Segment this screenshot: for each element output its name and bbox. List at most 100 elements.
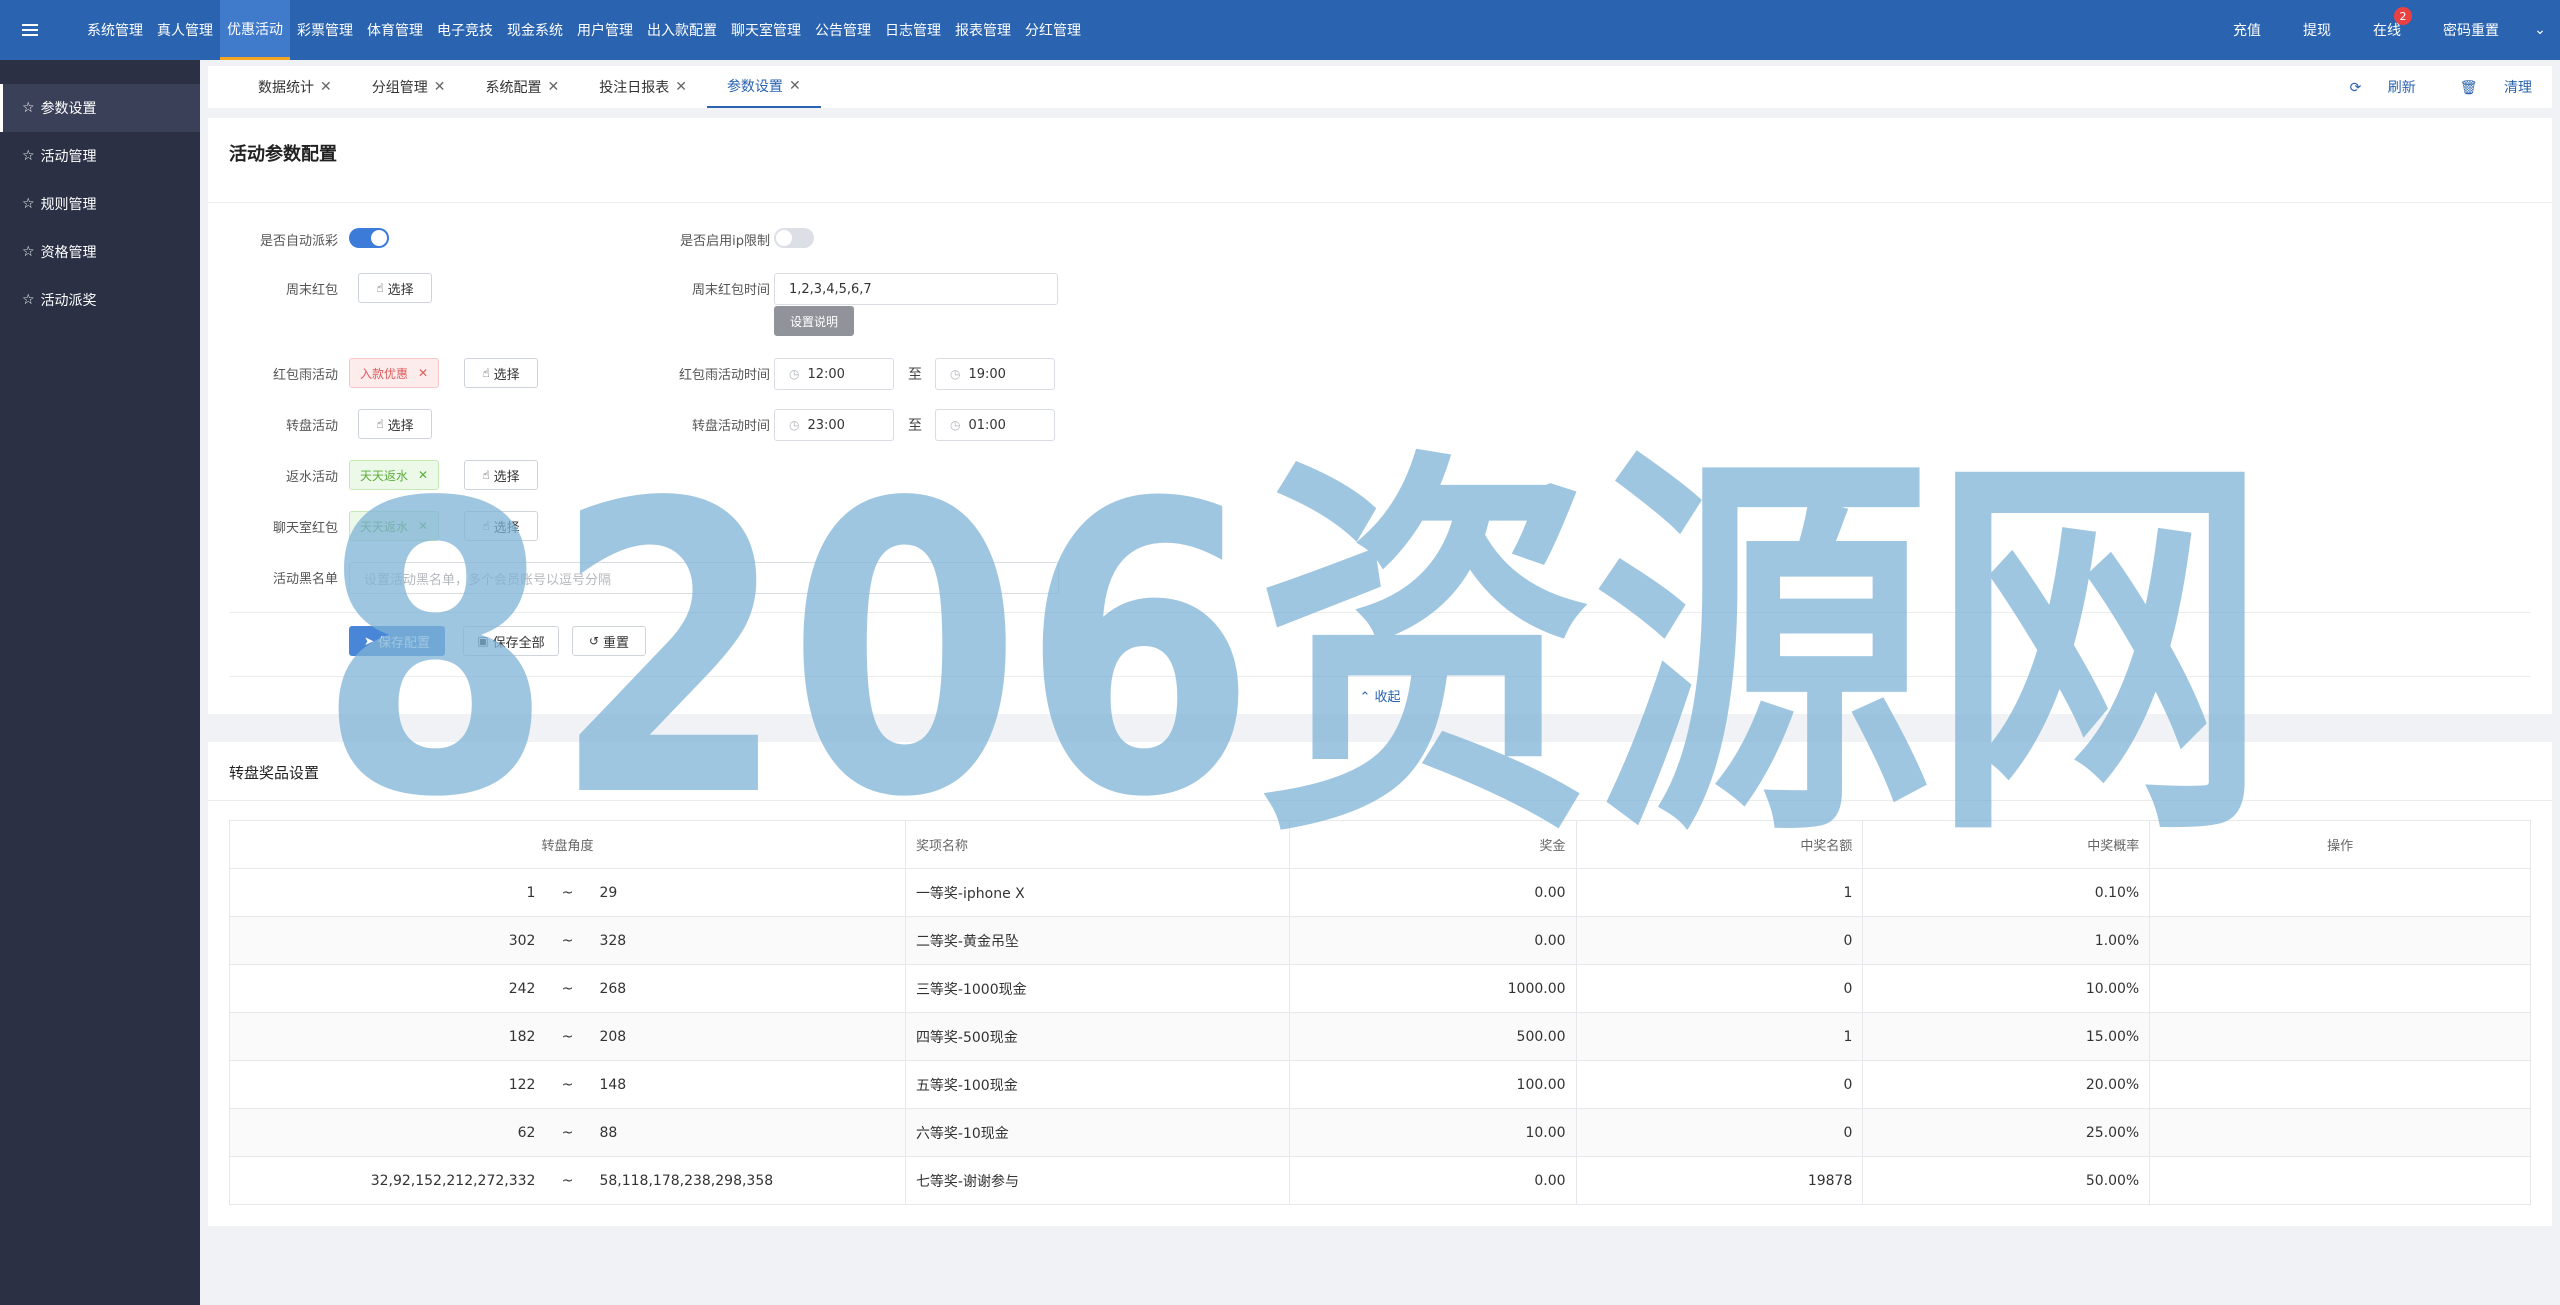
close-icon[interactable]: ✕ <box>418 468 428 482</box>
table-row: 122 ~148 五等奖-100现金 100.00 0 20.00% <box>229 1060 2531 1109</box>
sidebar-item-qualification[interactable]: ☆ 资格管理 <box>0 228 200 276</box>
to-separator: 至 <box>908 367 922 383</box>
tab-label: 参数设置 <box>726 79 783 95</box>
auto-award-label: 是否自动派彩 <box>259 234 338 249</box>
tab-data-stats[interactable]: 数据统计 ✕ <box>238 66 352 108</box>
nav-item-logs[interactable]: 日志管理 <box>878 0 948 60</box>
operation-cell <box>2149 868 2531 917</box>
nav-item-deposit-config[interactable]: 出入款配置 <box>640 0 724 60</box>
wheel-time-label: 转盘活动时间 <box>691 419 770 434</box>
wheel-start-time-input[interactable]: ◷ 23:00 <box>774 409 894 441</box>
nav-item-dividends[interactable]: 分红管理 <box>1018 0 1088 60</box>
angle-separator: ~ <box>561 884 574 901</box>
nav-item-esports[interactable]: 电子竞技 <box>430 0 500 60</box>
angle-cell: 62 ~88 <box>229 1108 906 1157</box>
clear-label: 清理 <box>2504 80 2532 96</box>
close-icon[interactable]: ✕ <box>675 79 687 95</box>
hand-pointer-icon: ☝ <box>482 468 490 482</box>
auto-award-toggle[interactable] <box>349 228 389 248</box>
prize-count-cell: 0 <box>1575 1060 1864 1109</box>
withdraw-link[interactable]: 提现 <box>2282 0 2352 60</box>
tab-label: 系统配置 <box>485 80 542 96</box>
blacklist-input[interactable]: 设置活动黑名单，多个会员账号以逗号分隔 <box>349 562 1059 594</box>
refresh-button[interactable]: ⟳ 刷新 <box>2328 77 2416 97</box>
nav-item-announcements[interactable]: 公告管理 <box>808 0 878 60</box>
sidebar-item-params[interactable]: ☆ 参数设置 <box>0 84 200 132</box>
close-icon[interactable]: ✕ <box>320 79 332 95</box>
weekend-red-packet-label: 周末红包 <box>285 283 338 298</box>
sidebar-item-award[interactable]: ☆ 活动派奖 <box>0 276 200 324</box>
close-icon[interactable]: ✕ <box>547 79 559 95</box>
prize-rate-cell: 25.00% <box>1862 1108 2151 1157</box>
save-all-button[interactable]: ▣ 保存全部 <box>463 626 559 656</box>
reset-button[interactable]: ↺ 重置 <box>572 626 646 656</box>
button-label: 保存全部 <box>492 635 545 651</box>
prize-amount-cell: 0.00 <box>1288 916 1577 965</box>
table-row: 1 ~29 一等奖-iphone X 0.00 1 0.10% <box>229 868 2531 917</box>
tab-params[interactable]: 参数设置 ✕ <box>706 66 821 108</box>
nav-item-system[interactable]: 系统管理 <box>80 0 150 60</box>
prize-count-cell: 0 <box>1575 1108 1864 1157</box>
star-icon: ☆ <box>22 148 35 164</box>
tab-bet-daily-report[interactable]: 投注日报表 ✕ <box>579 66 707 108</box>
button-label: 选择 <box>387 418 414 434</box>
undo-icon: ↺ <box>588 634 600 648</box>
tab-actions: ⟳ 刷新 🗑 清理 <box>2306 66 2532 108</box>
recharge-link[interactable]: 充值 <box>2212 0 2282 60</box>
nav-item-lottery[interactable]: 彩票管理 <box>290 0 360 60</box>
setting-note-button[interactable]: 设置说明 <box>774 306 854 336</box>
rebate-select-button[interactable]: ☝ 选择 <box>464 460 538 490</box>
ip-limit-toggle[interactable] <box>774 228 814 248</box>
table-row: 242 ~268 三等奖-1000现金 1000.00 0 10.00% <box>229 964 2531 1013</box>
table-row: 182 ~208 四等奖-500现金 500.00 1 15.00% <box>229 1012 2531 1061</box>
rain-time-label: 红包雨活动时间 <box>678 368 770 383</box>
angle-cell: 242 ~268 <box>229 964 906 1013</box>
table-header-row: 转盘角度 奖项名称 奖金 中奖名额 中奖概率 操作 <box>229 820 2531 869</box>
chatroom-select-button[interactable]: ☝ 选择 <box>464 511 538 541</box>
button-label: 选择 <box>493 520 520 536</box>
collapse-toggle[interactable]: ⌃ 收起 <box>208 686 2552 705</box>
close-icon[interactable]: ✕ <box>434 79 446 95</box>
tab-group-management[interactable]: 分组管理 ✕ <box>352 66 466 108</box>
clock-icon: ◷ <box>789 418 800 432</box>
online-link[interactable]: 在线 2 <box>2352 0 2422 60</box>
rain-end-time-input[interactable]: ◷ 19:00 <box>935 358 1055 390</box>
chevron-up-icon: ⌃ <box>1359 690 1371 705</box>
wheel-end-time-input[interactable]: ◷ 01:00 <box>935 409 1055 441</box>
prize-amount-cell: 1000.00 <box>1288 964 1577 1013</box>
clear-button[interactable]: 🗑 清理 <box>2438 77 2532 97</box>
sidebar-item-activities[interactable]: ☆ 活动管理 <box>0 132 200 180</box>
wheel-select-button[interactable]: ☝ 选择 <box>358 409 432 439</box>
nav-item-cash[interactable]: 现金系统 <box>500 0 570 60</box>
weekend-time-label: 周末红包时间 <box>691 283 770 298</box>
weekend-time-input[interactable]: 1,2,3,4,5,6,7 <box>774 273 1058 305</box>
rebate-activity-label: 返水活动 <box>285 470 338 485</box>
divider <box>208 202 2552 203</box>
save-config-button[interactable]: ➤ 保存配置 <box>349 626 445 656</box>
angle-to: 29 <box>599 884 618 901</box>
table-row: 62 ~88 六等奖-10现金 10.00 0 25.00% <box>229 1108 2531 1157</box>
refresh-label: 刷新 <box>2387 80 2416 96</box>
reset-password-link[interactable]: 密码重置 <box>2422 0 2520 60</box>
clock-icon: ◷ <box>789 367 800 381</box>
sidebar-item-label: 规则管理 <box>40 197 97 213</box>
nav-item-users[interactable]: 用户管理 <box>570 0 640 60</box>
nav-item-chatroom[interactable]: 聊天室管理 <box>724 0 808 60</box>
tab-system-config[interactable]: 系统配置 ✕ <box>465 66 579 108</box>
ip-limit-label: 是否启用ip限制 <box>680 234 770 249</box>
sidebar-item-rules[interactable]: ☆ 规则管理 <box>0 180 200 228</box>
rain-start-time-input[interactable]: ◷ 12:00 <box>774 358 894 390</box>
close-icon[interactable]: ✕ <box>789 78 801 94</box>
nav-item-live[interactable]: 真人管理 <box>150 0 220 60</box>
nav-item-reports[interactable]: 报表管理 <box>948 0 1018 60</box>
weekend-select-button[interactable]: ☝ 选择 <box>358 273 432 303</box>
nav-item-promotion[interactable]: 优惠活动 <box>220 0 290 60</box>
menu-toggle-icon[interactable] <box>0 0 60 60</box>
rain-select-button[interactable]: ☝ 选择 <box>464 358 538 388</box>
close-icon[interactable]: ✕ <box>418 366 428 380</box>
operation-cell <box>2149 1060 2531 1109</box>
angle-from: 122 <box>508 1076 536 1093</box>
nav-item-sports[interactable]: 体育管理 <box>360 0 430 60</box>
close-icon[interactable]: ✕ <box>418 519 428 533</box>
chevron-down-icon[interactable]: ⌄ <box>2520 0 2560 60</box>
